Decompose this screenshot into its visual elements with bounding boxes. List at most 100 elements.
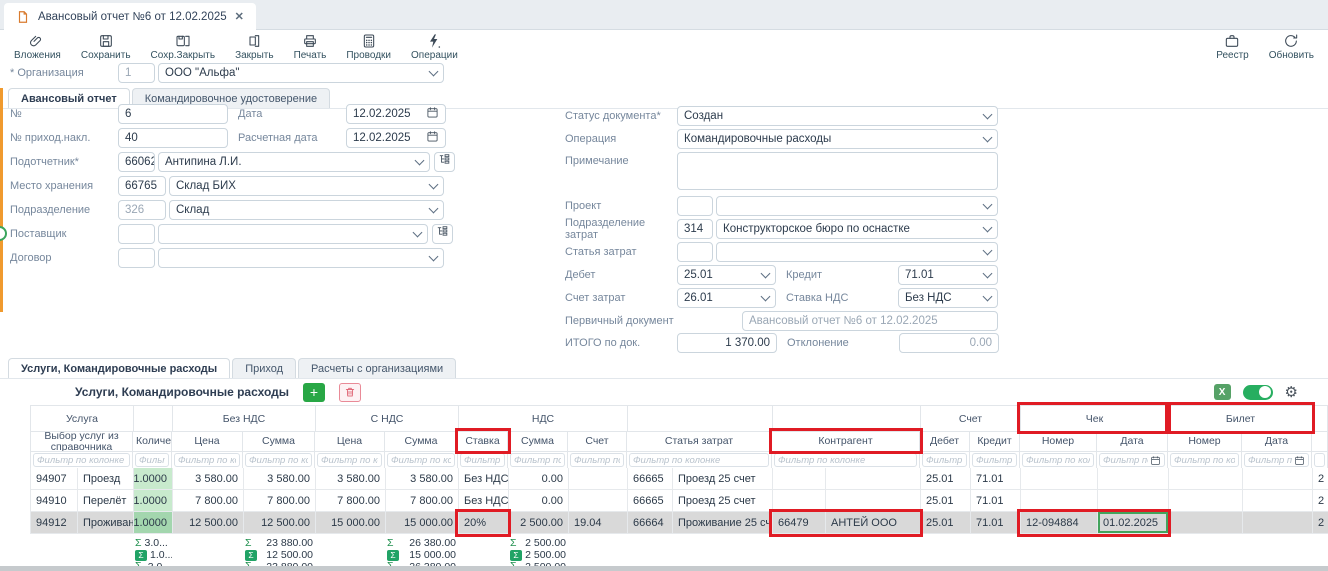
col-ticket-date[interactable]: Дата	[1242, 431, 1312, 451]
side-indicator-dot[interactable]	[0, 226, 7, 241]
cell-clipped[interactable]: 2	[1313, 490, 1328, 512]
group-ticket[interactable]: Билет	[1168, 405, 1312, 431]
cell-item-name[interactable]: Проживание 25 счет	[673, 512, 773, 534]
save-close-button[interactable]: Сохр.Закрыть	[151, 33, 216, 61]
cell-receipt-number[interactable]: 12-094884	[1021, 512, 1098, 534]
col-counterparty[interactable]: Контрагент	[772, 431, 920, 451]
chevron-down-icon[interactable]	[983, 109, 993, 119]
filter-receipt-number-input[interactable]	[1026, 455, 1090, 466]
tab-settlements[interactable]: Расчеты с организациями	[298, 358, 456, 379]
col-receipt-date[interactable]: Дата	[1097, 431, 1168, 451]
cell-vat-account[interactable]	[569, 490, 628, 512]
chevron-down-icon[interactable]	[413, 227, 423, 237]
cell-credit[interactable]: 71.01	[971, 512, 1021, 534]
filter-ticket-number-input[interactable]	[1174, 455, 1235, 466]
filter-price-novat-input[interactable]	[178, 455, 236, 466]
cell-rate[interactable]: Без НДС	[459, 490, 509, 512]
cost-account-select[interactable]: 26.01	[677, 288, 776, 308]
postings-button[interactable]: Проводки	[346, 33, 391, 61]
accountable-code[interactable]: 66062	[118, 152, 155, 172]
col-credit[interactable]: Кредит	[970, 431, 1020, 451]
cell-amount-novat[interactable]: 3 580.00	[244, 468, 316, 490]
cell-rate[interactable]: 20%	[459, 512, 509, 534]
cell-price-novat[interactable]: 7 800.00	[173, 490, 244, 512]
filter-clipped-input[interactable]	[1318, 455, 1321, 466]
cell-vat-account[interactable]: 19.04	[569, 512, 628, 534]
chevron-down-icon[interactable]	[415, 155, 425, 165]
cell-item-code[interactable]: 66665	[628, 468, 673, 490]
group-vat[interactable]: НДС	[458, 405, 627, 431]
close-button[interactable]: Закрыть	[235, 33, 274, 61]
col-price-novat[interactable]: Цена	[172, 431, 243, 451]
cell-ticket-date[interactable]	[1243, 512, 1313, 534]
accountable-hierarchy-button[interactable]	[434, 152, 455, 172]
storage-select[interactable]: Склад БИХ	[169, 176, 444, 196]
tab-services[interactable]: Услуги, Командировочные расходы	[8, 358, 230, 379]
cell-price-vat[interactable]: 15 000.00	[316, 512, 386, 534]
print-button[interactable]: Печать	[294, 33, 327, 61]
chevron-down-icon[interactable]	[429, 179, 439, 189]
filter-cost-item-input[interactable]	[633, 455, 765, 466]
cost-department-select[interactable]: Конструкторское бюро по оснастке	[716, 219, 998, 239]
cell-amount-novat[interactable]: 12 500.00	[244, 512, 316, 534]
cell-cp-code[interactable]	[773, 490, 826, 512]
filter-qty-input[interactable]	[139, 455, 165, 466]
filter-credit-input[interactable]	[976, 455, 1013, 466]
chevron-down-icon[interactable]	[983, 222, 993, 232]
cell-id[interactable]: 94910	[31, 490, 78, 512]
chevron-down-icon[interactable]	[761, 268, 771, 278]
cell-vat-amount[interactable]: 0.00	[509, 468, 569, 490]
filter-receipt-date-input[interactable]	[1103, 455, 1148, 466]
department-select[interactable]: Склад	[169, 200, 444, 220]
table-row[interactable]: 94907 Проезд 1.0000 3 580.00 3 580.00 3 …	[30, 468, 1328, 490]
chevron-down-icon[interactable]	[429, 251, 439, 261]
calendar-icon[interactable]	[1150, 455, 1161, 466]
cell-ticket-number[interactable]	[1169, 490, 1243, 512]
cost-item-code[interactable]	[677, 242, 713, 262]
num-input[interactable]: 6	[118, 104, 228, 124]
storage-code[interactable]: 66765	[118, 176, 166, 196]
filter-price-vat-input[interactable]	[321, 455, 378, 466]
cell-credit[interactable]: 71.01	[971, 490, 1021, 512]
filter-amount-novat-input[interactable]	[249, 455, 308, 466]
cell-vat-amount[interactable]: 0.00	[509, 490, 569, 512]
cell-clipped[interactable]: 2	[1313, 512, 1328, 534]
project-code[interactable]	[677, 196, 713, 216]
col-price-vat[interactable]: Цена	[315, 431, 385, 451]
chevron-down-icon[interactable]	[429, 66, 439, 76]
department-code[interactable]: 326	[118, 200, 166, 220]
cell-receipt-date[interactable]	[1098, 468, 1169, 490]
note-textarea[interactable]	[677, 152, 998, 190]
col-amount-novat[interactable]: Сумма	[243, 431, 315, 451]
chevron-down-icon[interactable]	[983, 268, 993, 278]
supplier-select[interactable]	[158, 224, 428, 244]
calendar-icon[interactable]	[1294, 455, 1305, 466]
cell-id[interactable]: 94907	[31, 468, 78, 490]
group-no-vat[interactable]: Без НДС	[172, 405, 315, 431]
chevron-down-icon[interactable]	[983, 199, 993, 209]
cell-vat-amount[interactable]: 2 500.00	[509, 512, 569, 534]
cell-service[interactable]: Проживание	[78, 512, 134, 534]
close-tab-icon[interactable]: ✕	[235, 10, 244, 23]
table-row[interactable]: 94910 Перелёт 1.0000 7 800.00 7 800.00 7…	[30, 490, 1328, 512]
cell-price-vat[interactable]: 7 800.00	[316, 490, 386, 512]
attachments-button[interactable]: Вложения	[14, 33, 61, 61]
group-receipt[interactable]: Чек	[1020, 405, 1168, 431]
cell-ticket-number[interactable]	[1169, 468, 1243, 490]
horizontal-scrollbar[interactable]	[0, 566, 1328, 571]
filter-debit-input[interactable]	[926, 455, 963, 466]
filter-counterparty-input[interactable]	[778, 455, 913, 466]
cell-receipt-number[interactable]	[1021, 468, 1098, 490]
cell-ticket-date[interactable]	[1243, 490, 1313, 512]
filter-rate-input[interactable]	[464, 455, 501, 466]
cell-cp-code[interactable]	[773, 468, 826, 490]
supplier-code[interactable]	[118, 224, 155, 244]
cell-debit[interactable]: 25.01	[921, 490, 971, 512]
cell-service[interactable]: Проезд	[78, 468, 134, 490]
cell-item-code[interactable]: 66665	[628, 490, 673, 512]
operation-select[interactable]: Командировочные расходы	[677, 129, 998, 149]
cell-receipt-number[interactable]	[1021, 490, 1098, 512]
col-amount-vat[interactable]: Сумма	[385, 431, 458, 451]
chevron-down-icon[interactable]	[761, 291, 771, 301]
cell-ticket-number[interactable]	[1169, 512, 1243, 534]
